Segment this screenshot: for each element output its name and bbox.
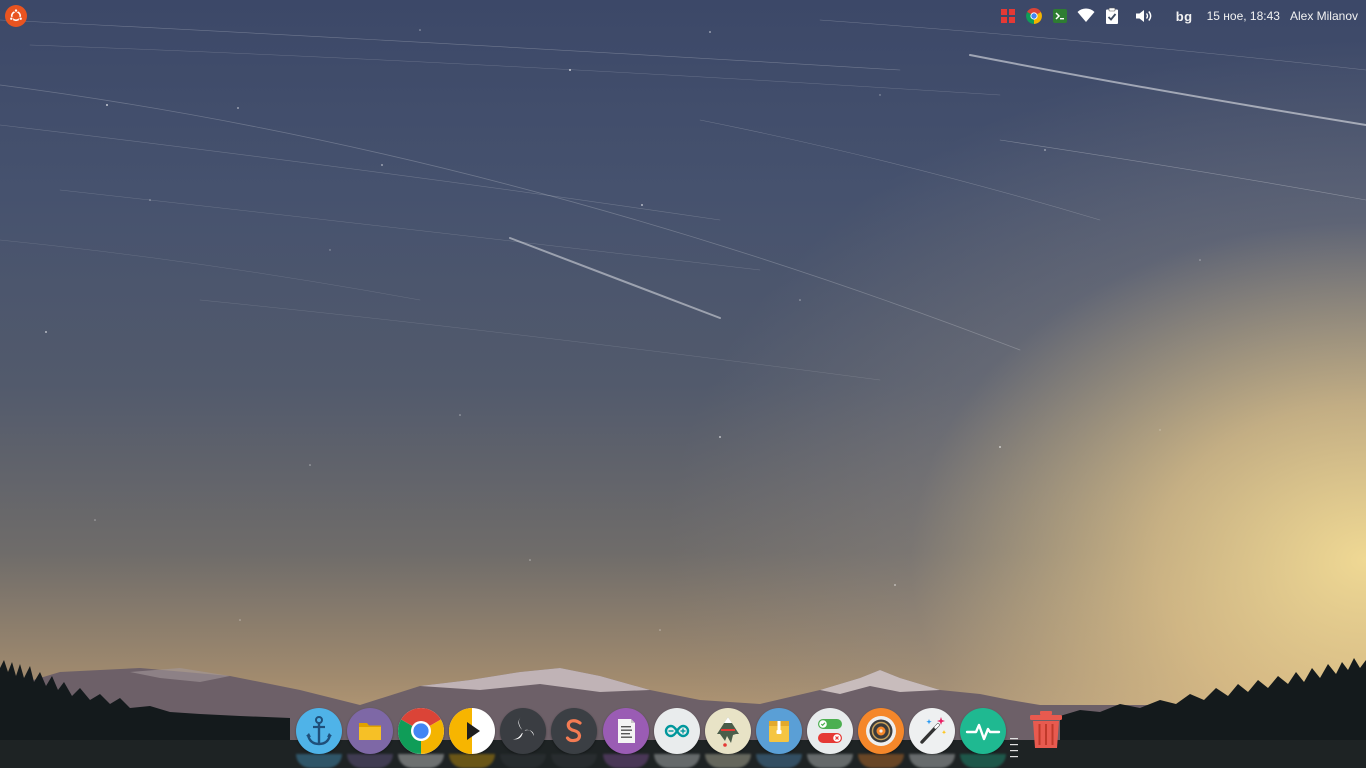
clock[interactable]: 15 ное, 18:43 <box>1207 9 1280 23</box>
top-panel: bg 15 ное, 18:43 Alex Milanov <box>0 0 1366 32</box>
dock-item-media-player[interactable] <box>449 707 496 755</box>
wifi-icon[interactable] <box>1074 4 1098 28</box>
dock-item-magic-wand[interactable] <box>909 707 956 755</box>
grid-apps-icon[interactable] <box>996 4 1020 28</box>
dock-item-sublime[interactable] <box>551 707 598 755</box>
trash-icon <box>1030 711 1062 748</box>
user-menu[interactable]: Alex Milanov <box>1290 9 1358 23</box>
anchor-icon <box>306 715 332 745</box>
volume-icon[interactable] <box>1133 4 1157 28</box>
dock-item-anchor[interactable] <box>296 707 343 755</box>
dock-item-system-monitor[interactable] <box>960 707 1007 755</box>
dock-item-text-editor[interactable] <box>602 707 650 755</box>
dock-item-files[interactable] <box>347 707 394 755</box>
desktop-wallpaper <box>0 19 1366 768</box>
files-folder-icon <box>359 722 382 740</box>
archive-manager-icon <box>768 720 789 742</box>
arduino-icon <box>664 724 689 737</box>
obs-studio-icon <box>512 716 535 739</box>
dock-item-inkscape[interactable] <box>704 707 752 755</box>
desktop[interactable]: bg 15 ное, 18:43 Alex Milanov <box>0 0 1366 768</box>
magic-wand-icon <box>920 716 947 744</box>
system-monitor-icon <box>966 723 1001 740</box>
chrome-icon[interactable] <box>1022 4 1046 28</box>
dock-item-chrome[interactable] <box>398 707 445 755</box>
dock-reflection <box>296 754 1076 768</box>
dock-item-disks[interactable] <box>858 707 905 755</box>
star-trails <box>0 19 1366 381</box>
disks-icon <box>866 715 897 746</box>
dock-separator <box>1010 738 1018 758</box>
dock-item-obs[interactable] <box>500 707 547 755</box>
media-player-icon <box>449 707 481 754</box>
ubuntu-logo-icon[interactable] <box>5 5 27 27</box>
settings-toggles-icon <box>817 718 842 743</box>
system-tray: bg 15 ное, 18:43 Alex Milanov <box>995 0 1366 32</box>
dock <box>296 707 1011 755</box>
keyboard-layout-indicator[interactable]: bg <box>1176 9 1193 24</box>
trash-button[interactable] <box>1024 708 1068 754</box>
chrome-icon <box>398 707 445 754</box>
text-editor-icon <box>617 718 635 743</box>
clipboard-check-icon[interactable] <box>1100 4 1124 28</box>
dock-item-archive[interactable] <box>755 707 803 755</box>
inkscape-icon <box>716 716 739 747</box>
sublime-text-icon <box>566 718 583 742</box>
terminal-icon[interactable] <box>1048 4 1072 28</box>
dock-item-arduino[interactable] <box>653 707 701 755</box>
dock-item-settings[interactable] <box>806 707 854 755</box>
